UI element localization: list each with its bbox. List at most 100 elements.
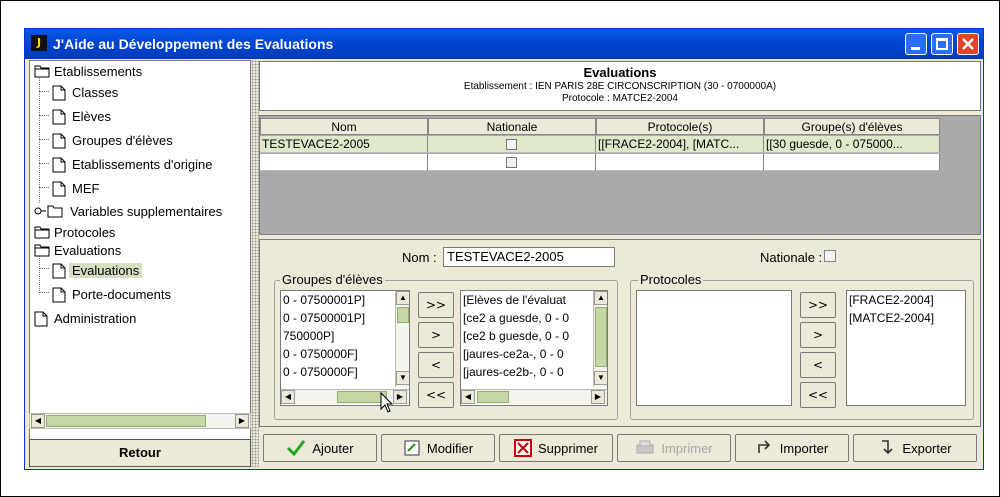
tree-item-label: Variables supplementaires xyxy=(70,204,223,219)
export-button[interactable]: Exporter xyxy=(853,434,977,462)
list-item[interactable]: [FRACE2-2004] xyxy=(847,291,965,309)
list-item[interactable]: [jaures-ce2a-, 0 - 0 xyxy=(461,345,607,363)
cell-groupes[interactable] xyxy=(764,154,940,171)
scroll-down-icon[interactable]: ▼ xyxy=(594,371,607,385)
scroll-thumb[interactable] xyxy=(397,307,409,323)
scroll-down-icon[interactable]: ▼ xyxy=(396,371,409,385)
protocoles-available-list[interactable] xyxy=(636,290,792,406)
document-icon xyxy=(52,287,66,303)
minimize-button[interactable] xyxy=(905,33,927,55)
list-item[interactable]: 0 - 0750000F] xyxy=(281,363,409,381)
tree-connector xyxy=(39,163,49,164)
maximize-button[interactable] xyxy=(931,33,953,55)
cell-protocoles[interactable]: [[FRACE2-2004], [MATC... xyxy=(596,136,764,153)
scroll-right-icon[interactable]: ▶ xyxy=(591,390,605,404)
column-header-nationale[interactable]: Nationale xyxy=(428,118,596,135)
import-button[interactable]: Importer xyxy=(735,434,849,462)
tree-connector xyxy=(39,187,49,188)
export-icon xyxy=(882,440,893,455)
protocoles-move-right-button[interactable]: > xyxy=(800,322,836,348)
cell-nom[interactable] xyxy=(260,154,428,171)
horizontal-scrollbar[interactable]: ◀ ▶ xyxy=(461,389,607,404)
list-item[interactable]: [ce2 a guesde, 0 - 0 xyxy=(461,309,607,327)
tree-item-label: Etablissements xyxy=(54,64,143,79)
protocole-info: Protocole : MATCE2-2004 xyxy=(562,93,678,104)
maximize-icon xyxy=(936,38,948,50)
delete-button[interactable]: Supprimer xyxy=(499,434,613,462)
folder-open-icon xyxy=(34,65,50,78)
scroll-thumb[interactable] xyxy=(46,415,206,427)
list-item[interactable]: [Elèves de l'évaluat xyxy=(461,291,607,309)
scroll-right-icon[interactable]: ▶ xyxy=(393,390,407,404)
vertical-scrollbar[interactable]: ▲ ▼ xyxy=(395,291,409,387)
tree-connector xyxy=(39,91,49,92)
tree-item-label: Elèves xyxy=(72,109,112,124)
list-item[interactable]: 0 - 07500001P] xyxy=(281,291,409,309)
delete-icon xyxy=(514,439,533,457)
page-title: Evaluations xyxy=(583,65,657,80)
cell-nationale[interactable] xyxy=(428,136,596,153)
scroll-left-icon[interactable]: ◀ xyxy=(31,414,45,428)
nationale-checkbox[interactable] xyxy=(506,157,517,169)
etablissement-info: Etablissement : IEN PARIS 28E CIRCONSCRI… xyxy=(463,81,777,92)
cell-nationale[interactable] xyxy=(428,154,596,171)
column-header-protocoles[interactable]: Protocole(s) xyxy=(596,118,764,135)
list-item[interactable]: [MATCE2-2004] xyxy=(847,309,965,327)
scroll-up-icon[interactable]: ▲ xyxy=(396,291,409,305)
list-item[interactable]: 750000P] xyxy=(281,327,409,345)
evaluation-header: Evaluations Etablissement : IEN PARIS 28… xyxy=(259,61,981,111)
scroll-right-icon[interactable]: ▶ xyxy=(235,414,249,428)
panel-splitter[interactable] xyxy=(251,60,259,467)
groupes-selected-list[interactable]: [Elèves de l'évaluat [ce2 a guesde, 0 - … xyxy=(460,290,608,406)
nom-input[interactable]: TESTEVACE2-2005 xyxy=(443,247,615,267)
close-button[interactable] xyxy=(957,33,979,55)
cell-protocoles[interactable] xyxy=(596,154,764,171)
scroll-left-icon[interactable]: ◀ xyxy=(281,390,295,404)
scroll-up-icon[interactable]: ▲ xyxy=(594,291,607,305)
add-button[interactable]: Ajouter xyxy=(263,434,377,462)
move-right-button[interactable]: > xyxy=(418,322,454,348)
tree-connector xyxy=(39,139,49,140)
move-all-right-button[interactable]: >> xyxy=(418,292,454,318)
scroll-left-icon[interactable]: ◀ xyxy=(461,390,475,404)
protocoles-move-all-left-button[interactable]: << xyxy=(800,382,836,408)
protocoles-selected-list[interactable]: [FRACE2-2004] [MATCE2-2004] xyxy=(846,290,966,406)
move-left-button[interactable]: < xyxy=(418,352,454,378)
tree-connector xyxy=(39,292,49,293)
print-button[interactable]: Imprimer xyxy=(617,434,731,462)
nationale-checkbox[interactable] xyxy=(824,250,836,262)
nationale-checkbox[interactable] xyxy=(506,139,517,151)
back-button[interactable]: Retour xyxy=(29,439,251,467)
app-icon: J xyxy=(31,35,47,51)
column-header-groupes[interactable]: Groupe(s) d'élèves xyxy=(764,118,940,135)
document-icon xyxy=(52,109,66,125)
scroll-thumb[interactable] xyxy=(595,307,607,367)
list-item[interactable]: 0 - 07500001P] xyxy=(281,309,409,327)
nom-label: Nom : xyxy=(402,250,437,265)
list-item[interactable]: [ce2 b guesde, 0 - 0 xyxy=(461,327,607,345)
mouse-cursor-icon xyxy=(380,392,394,413)
document-icon xyxy=(52,133,66,149)
document-icon xyxy=(52,181,66,197)
modify-button[interactable]: Modifier xyxy=(381,434,495,462)
close-icon xyxy=(962,38,974,50)
protocoles-move-left-button[interactable]: < xyxy=(800,352,836,378)
tree-item-label: Classes xyxy=(72,85,119,100)
cell-nom[interactable]: TESTEVACE2-2005 xyxy=(260,136,428,153)
tree-item-label: Evaluations xyxy=(69,263,143,278)
list-item[interactable]: 0 - 0750000F] xyxy=(281,345,409,363)
title-bar[interactable]: J J'Aide au Développement des Evaluation… xyxy=(25,29,983,59)
scroll-thumb[interactable] xyxy=(477,391,509,403)
expand-toggle-icon[interactable] xyxy=(34,204,68,218)
vertical-scrollbar[interactable]: ▲ ▼ xyxy=(593,291,607,387)
evaluations-table: Nom Nationale Protocole(s) Groupe(s) d'é… xyxy=(259,115,981,235)
groupes-available-list[interactable]: 0 - 07500001P] 0 - 07500001P] 750000P] 0… xyxy=(280,290,410,406)
protocoles-move-all-right-button[interactable]: >> xyxy=(800,292,836,318)
list-item[interactable]: [jaures-ce2b-, 0 - 0 xyxy=(461,363,607,381)
tree-horizontal-scrollbar[interactable]: ◀ ▶ xyxy=(29,413,251,429)
export-button-label: Exporter xyxy=(902,440,952,456)
move-all-left-button[interactable]: << xyxy=(418,382,454,408)
cell-groupes[interactable]: [[30 guesde, 0 - 075000... xyxy=(764,136,940,153)
column-header-nom[interactable]: Nom xyxy=(260,118,428,135)
groupes-legend: Groupes d'élèves xyxy=(280,272,385,287)
